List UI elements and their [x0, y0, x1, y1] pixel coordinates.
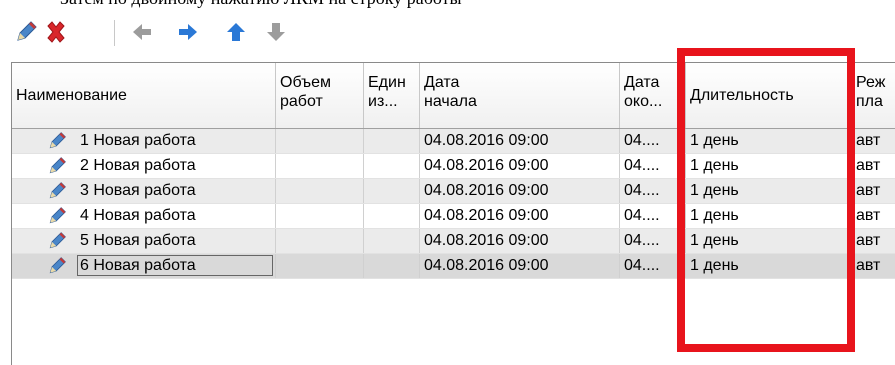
pencil-icon [49, 157, 66, 174]
column-header-end-date[interactable]: Дата око... [620, 63, 686, 128]
column-header-volume[interactable]: Объем работ [276, 63, 364, 128]
table-row[interactable]: 4 Новая работа 04.08.2016 09:00 04.... 1… [12, 204, 895, 229]
column-header-start-date[interactable]: Дата начала [420, 63, 620, 128]
arrow-up-icon [227, 23, 245, 41]
delete-work-button[interactable] [42, 18, 70, 46]
works-grid: Наименование Объем работ Един из... Дата… [11, 62, 895, 365]
start-date-cell[interactable]: 04.08.2016 09:00 [420, 129, 620, 153]
work-name: 2 Новая работа [80, 157, 196, 174]
volume-cell[interactable] [276, 179, 364, 203]
mode-cell[interactable]: авт [852, 229, 895, 253]
toolbar [0, 10, 895, 54]
unit-cell[interactable] [364, 204, 420, 228]
work-name: 5 Новая работа [80, 232, 196, 249]
column-header-unit[interactable]: Един из... [364, 63, 420, 128]
column-header-name[interactable]: Наименование [12, 63, 276, 128]
end-date-cell[interactable]: 04.... [620, 154, 686, 178]
arrow-left-icon [133, 24, 151, 40]
move-right-button[interactable] [174, 18, 202, 46]
move-up-button[interactable] [222, 18, 250, 46]
volume-cell[interactable] [276, 204, 364, 228]
work-name: 4 Новая работа [80, 207, 196, 224]
arrow-right-icon [179, 24, 197, 40]
start-date-cell[interactable]: 04.08.2016 09:00 [420, 154, 620, 178]
duration-cell[interactable]: 1 день [686, 204, 852, 228]
unit-cell[interactable] [364, 229, 420, 253]
start-date-cell[interactable]: 04.08.2016 09:00 [420, 204, 620, 228]
start-date-cell[interactable]: 04.08.2016 09:00 [420, 179, 620, 203]
volume-cell[interactable] [276, 229, 364, 253]
mode-cell[interactable]: авт [852, 204, 895, 228]
table-row[interactable]: 1 Новая работа 04.08.2016 09:00 04.... 1… [12, 129, 895, 154]
move-down-button[interactable] [262, 18, 290, 46]
unit-cell[interactable] [364, 179, 420, 203]
start-date-cell[interactable]: 04.08.2016 09:00 [420, 229, 620, 253]
start-date-cell[interactable]: 04.08.2016 09:00 [420, 254, 620, 278]
end-date-cell[interactable]: 04.... [620, 204, 686, 228]
unit-cell[interactable] [364, 154, 420, 178]
pencil-icon [49, 257, 66, 274]
volume-cell[interactable] [276, 129, 364, 153]
duration-cell[interactable]: 1 день [686, 254, 852, 278]
toolbar-separator [114, 20, 116, 46]
instruction-text: Затем по двойному нажатию ЛКМ на строку … [60, 0, 462, 8]
pencil-icon [49, 132, 66, 149]
edit-work-button[interactable] [12, 18, 40, 46]
grid-header: Наименование Объем работ Един из... Дата… [12, 63, 895, 129]
duration-cell[interactable]: 1 день [686, 154, 852, 178]
mode-cell[interactable]: авт [852, 129, 895, 153]
table-row[interactable]: 3 Новая работа 04.08.2016 09:00 04.... 1… [12, 179, 895, 204]
unit-cell[interactable] [364, 129, 420, 153]
end-date-cell[interactable]: 04.... [620, 129, 686, 153]
end-date-cell[interactable]: 04.... [620, 254, 686, 278]
table-row[interactable]: 2 Новая работа 04.08.2016 09:00 04.... 1… [12, 154, 895, 179]
table-row-selected[interactable]: 6 Новая работа 04.08.2016 09:00 04.... 1… [12, 254, 895, 279]
delete-x-icon [47, 21, 65, 43]
duration-cell[interactable]: 1 день [686, 179, 852, 203]
mode-cell[interactable]: авт [852, 254, 895, 278]
column-header-duration[interactable]: Длительность [686, 63, 852, 128]
column-header-mode[interactable]: Реж пла [852, 63, 895, 128]
pencil-icon [49, 207, 66, 224]
pencil-icon [17, 21, 37, 41]
pencil-icon [49, 182, 66, 199]
end-date-cell[interactable]: 04.... [620, 229, 686, 253]
unit-cell[interactable] [364, 254, 420, 278]
work-name: 6 Новая работа [80, 257, 196, 274]
table-row[interactable]: 5 Новая работа 04.08.2016 09:00 04.... 1… [12, 229, 895, 254]
work-name: 3 Новая работа [80, 182, 196, 199]
pencil-icon [49, 232, 66, 249]
duration-cell[interactable]: 1 день [686, 129, 852, 153]
end-date-cell[interactable]: 04.... [620, 179, 686, 203]
mode-cell[interactable]: авт [852, 179, 895, 203]
arrow-down-icon [267, 23, 285, 41]
duration-cell[interactable]: 1 день [686, 229, 852, 253]
mode-cell[interactable]: авт [852, 154, 895, 178]
volume-cell[interactable] [276, 154, 364, 178]
move-left-button[interactable] [128, 18, 156, 46]
volume-cell[interactable] [276, 254, 364, 278]
work-name: 1 Новая работа [80, 132, 196, 149]
